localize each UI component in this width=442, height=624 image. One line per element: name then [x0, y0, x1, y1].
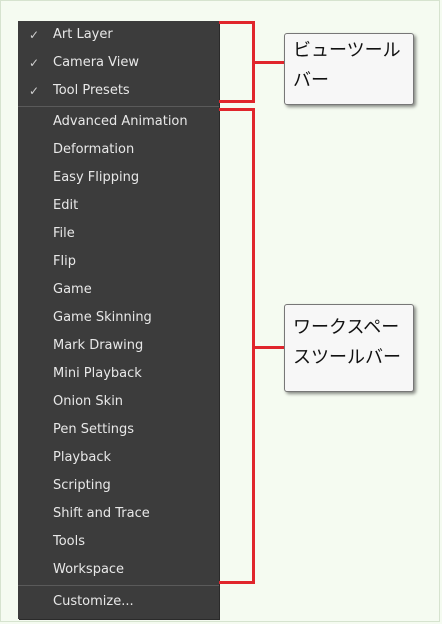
menu-item-advanced-animation[interactable]: Advanced Animation	[18, 108, 219, 136]
menu-item-label: Playback	[53, 450, 112, 465]
menu-item-label: Easy Flipping	[53, 170, 140, 185]
menu-item-edit[interactable]: Edit	[18, 192, 219, 220]
menu-item-easy-flipping[interactable]: Easy Flipping	[18, 164, 219, 192]
callout-workspace-toolbars: ワークスペー スツールバー	[284, 304, 414, 392]
menu-item-label: Pen Settings	[53, 422, 135, 437]
callout-view-toolbars: ビューツール バー	[284, 33, 414, 105]
menu-item-onion-skin[interactable]: Onion Skin	[18, 388, 219, 416]
menu-separator	[18, 106, 219, 107]
menu-item-scripting[interactable]: Scripting	[18, 472, 219, 500]
menu-item-mini-playback[interactable]: Mini Playback	[18, 360, 219, 388]
menu-item-customize[interactable]: Customize...	[18, 588, 219, 616]
menu-separator	[18, 585, 219, 586]
menu-item-label: Shift and Trace	[53, 506, 150, 521]
menu-item-label: Mark Drawing	[53, 338, 144, 353]
menu-item-flip[interactable]: Flip	[18, 248, 219, 276]
menu-item-file[interactable]: File	[18, 220, 219, 248]
menu-item-tools[interactable]: Tools	[18, 528, 219, 556]
menu-item-label: Game	[53, 282, 92, 297]
menu-item-tool-presets[interactable]: ✓ Tool Presets	[18, 77, 219, 105]
menu-item-label: Customize...	[53, 594, 134, 609]
menu-item-label: Workspace	[53, 562, 125, 577]
menu-item-label: Flip	[53, 254, 76, 269]
checkmark-icon: ✓	[28, 28, 40, 42]
menu-item-camera-view[interactable]: ✓ Camera View	[18, 49, 219, 77]
menu-item-label: Mini Playback	[53, 366, 142, 381]
menu-item-label: Tools	[53, 534, 86, 549]
menu-item-label: Art Layer	[53, 27, 113, 42]
menu-item-deformation[interactable]: Deformation	[18, 136, 219, 164]
workspace-bracket-bottom	[219, 581, 255, 584]
view-bracket-connector	[255, 61, 285, 64]
menu-item-label: Game Skinning	[53, 310, 152, 325]
checkmark-icon: ✓	[28, 84, 40, 98]
menu-item-label: Camera View	[53, 55, 139, 70]
menu-item-mark-drawing[interactable]: Mark Drawing	[18, 332, 219, 360]
menu-item-workspace[interactable]: Workspace	[18, 556, 219, 584]
toolbars-context-menu: ✓ Art Layer ✓ Camera View ✓ Tool Presets…	[18, 21, 219, 619]
menu-item-label: Scripting	[53, 478, 111, 493]
menu-item-playback[interactable]: Playback	[18, 444, 219, 472]
menu-item-label: Onion Skin	[53, 394, 124, 409]
menu-item-label: Deformation	[53, 142, 135, 157]
menu-item-label: File	[53, 226, 75, 241]
menu-item-label: Edit	[53, 198, 79, 213]
menu-item-game-skinning[interactable]: Game Skinning	[18, 304, 219, 332]
menu-item-label: Tool Presets	[53, 83, 130, 98]
workspace-bracket-top	[219, 108, 255, 111]
menu-item-game[interactable]: Game	[18, 276, 219, 304]
menu-item-label: Advanced Animation	[53, 114, 188, 129]
menu-item-pen-settings[interactable]: Pen Settings	[18, 416, 219, 444]
menu-item-art-layer[interactable]: ✓ Art Layer	[18, 21, 219, 49]
menu-item-shift-and-trace[interactable]: Shift and Trace	[18, 500, 219, 528]
workspace-bracket-connector	[255, 346, 285, 349]
view-bracket-bottom	[219, 100, 255, 103]
view-bracket-top	[219, 21, 255, 24]
checkmark-icon: ✓	[28, 56, 40, 70]
